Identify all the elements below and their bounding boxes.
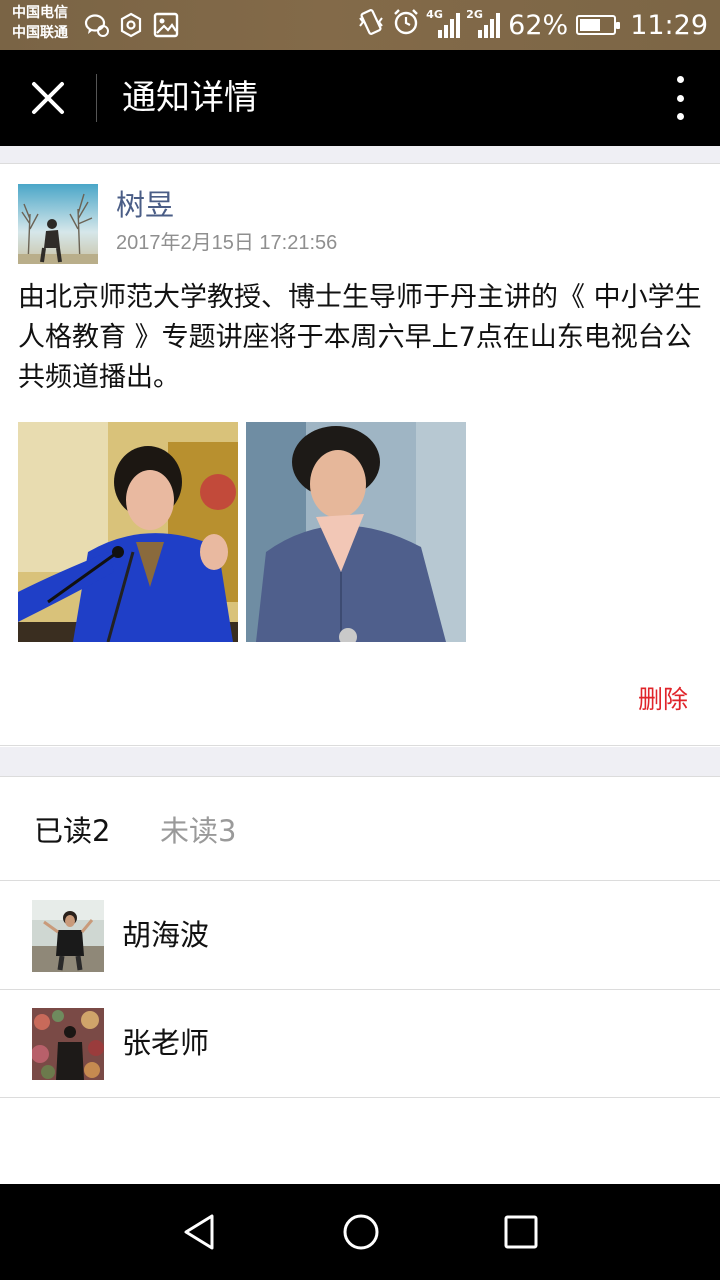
carrier-1: 中国电信 bbox=[12, 5, 68, 21]
battery-icon bbox=[576, 15, 621, 35]
network-type-1: 4G bbox=[426, 8, 443, 21]
wechat-notification-icon bbox=[84, 12, 110, 42]
tab-unread[interactable]: 未读3 bbox=[160, 808, 236, 850]
notification-card: 树昱 2017年2月15日 17:21:56 由北京师范大学教授、博士生导师于丹… bbox=[0, 164, 720, 746]
app-header: 通知详情 bbox=[0, 50, 720, 146]
status-right: 4G 2G 62% 11:29 bbox=[358, 0, 708, 50]
vibrate-icon bbox=[358, 8, 384, 43]
author-avatar[interactable] bbox=[18, 184, 98, 264]
recents-square-icon bbox=[504, 1215, 538, 1249]
reader-avatar bbox=[32, 900, 104, 972]
status-bar: 中国电信 中国联通 4G 2G 62% 11:29 bbox=[0, 0, 720, 50]
reader-row[interactable]: 胡海波 bbox=[0, 882, 720, 990]
delete-button[interactable]: 删除 bbox=[638, 680, 688, 716]
section-gap bbox=[0, 146, 720, 164]
signal-2g-icon: 2G bbox=[466, 8, 501, 38]
section-gap bbox=[0, 747, 720, 777]
carrier-names: 中国电信 中国联通 bbox=[12, 3, 68, 43]
back-button[interactable] bbox=[176, 1208, 224, 1256]
back-triangle-icon bbox=[184, 1214, 214, 1250]
post-timestamp: 2017年2月15日 17:21:56 bbox=[116, 232, 338, 254]
post-body: 由北京师范大学教授、博士生导师于丹主讲的《 中小学生人格教育 》专题讲座将于本周… bbox=[18, 282, 702, 393]
reader-name: 胡海波 bbox=[122, 918, 210, 952]
post-photo-2[interactable] bbox=[246, 422, 466, 642]
settings-gear-icon bbox=[119, 12, 143, 42]
read-status-tabs: 已读2 未读3 bbox=[0, 778, 720, 881]
home-button[interactable] bbox=[337, 1208, 385, 1256]
system-navigation-bar bbox=[0, 1184, 720, 1280]
battery-percent: 62% bbox=[508, 9, 569, 41]
image-notification-icon bbox=[153, 12, 179, 42]
clock: 11:29 bbox=[630, 9, 708, 41]
network-type-2: 2G bbox=[466, 8, 483, 21]
home-circle-icon bbox=[343, 1214, 379, 1250]
alarm-clock-icon bbox=[392, 8, 420, 43]
reader-name: 张老师 bbox=[122, 1026, 210, 1060]
more-vertical-icon bbox=[676, 76, 684, 83]
page-title: 通知详情 bbox=[122, 78, 258, 118]
reader-avatar bbox=[32, 1008, 104, 1080]
signal-4g-icon: 4G bbox=[426, 8, 461, 38]
author-name-link[interactable]: 树昱 bbox=[116, 182, 174, 224]
more-menu-button[interactable] bbox=[670, 76, 690, 120]
reader-row[interactable]: 张老师 bbox=[0, 990, 720, 1098]
close-button[interactable] bbox=[20, 72, 76, 124]
close-icon bbox=[32, 82, 64, 114]
tab-read[interactable]: 已读2 bbox=[34, 808, 110, 850]
post-photo-1[interactable] bbox=[18, 422, 238, 642]
recents-button[interactable] bbox=[497, 1208, 545, 1256]
carrier-2: 中国联通 bbox=[12, 25, 68, 41]
header-divider bbox=[96, 74, 97, 122]
